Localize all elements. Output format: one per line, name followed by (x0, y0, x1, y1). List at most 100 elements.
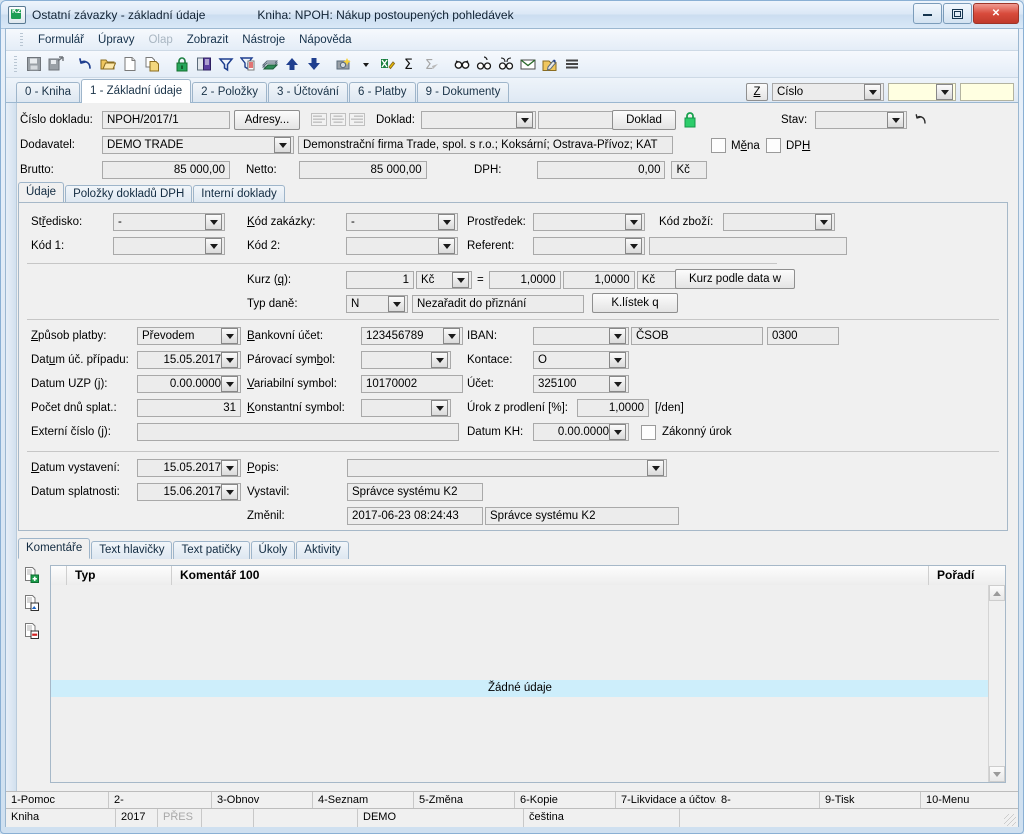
fkey-7[interactable]: 7-Likvidace a účtová (616, 792, 716, 809)
open-folder-icon[interactable] (98, 54, 118, 74)
mena-checkbox[interactable] (711, 138, 726, 153)
scroll-up-icon[interactable] (989, 585, 1005, 601)
z-button[interactable]: Z (746, 83, 768, 101)
doklad-select[interactable] (421, 111, 536, 129)
undo-icon[interactable] (76, 54, 96, 74)
filter-icon[interactable] (216, 54, 236, 74)
fkey-2[interactable]: 2- (109, 792, 212, 809)
grid-col-komentar[interactable]: Komentář 100 (172, 566, 929, 585)
grid-col-poradi[interactable]: Pořadí (929, 566, 989, 585)
datum-uzp-select[interactable]: 0.00.0000 (137, 375, 241, 393)
add-document-icon[interactable] (24, 567, 40, 583)
konstantni-symbol-select[interactable] (361, 399, 451, 417)
tab-0-kniha[interactable]: 0 - Kniha (16, 82, 81, 102)
tab-3-uctovani[interactable]: 3 - Účtování (267, 82, 348, 102)
search-value2-input[interactable] (960, 83, 1014, 101)
netto-input[interactable]: 85 000,00 (298, 161, 427, 179)
chevron-down-icon[interactable] (205, 214, 222, 230)
book-icon[interactable] (194, 54, 214, 74)
bottom-tab-aktivity[interactable]: Aktivity (296, 541, 349, 559)
maximize-button[interactable] (943, 3, 972, 24)
dropdown-arrow-icon[interactable] (356, 54, 376, 74)
datum-vystaveni-select[interactable]: 15.05.2017 (137, 459, 241, 477)
doklad-button[interactable]: Doklad (612, 110, 676, 130)
chevron-down-icon[interactable] (864, 84, 881, 100)
chevron-down-icon[interactable] (221, 484, 238, 500)
close-button[interactable]: ✕ (973, 3, 1019, 24)
chevron-down-icon[interactable] (887, 112, 905, 128)
chevron-down-icon[interactable] (431, 400, 448, 416)
stredisko-select[interactable]: - (113, 213, 225, 231)
fkey-6[interactable]: 6-Kopie (515, 792, 616, 809)
dph-amount-input[interactable]: 0,00 (537, 161, 666, 179)
tab-2-polozky[interactable]: 2 - Položky (192, 82, 267, 102)
bottom-tab-text-paticky[interactable]: Text patičky (173, 541, 250, 559)
chevron-down-icon[interactable] (274, 137, 291, 153)
grid-col-indicator[interactable] (51, 566, 67, 585)
chevron-down-icon[interactable] (936, 84, 953, 100)
cislo-dokladu-input[interactable]: NPOH/2017/1 (102, 111, 230, 129)
kod-zakazky-select[interactable]: - (346, 213, 458, 231)
minimize-button[interactable] (913, 3, 942, 24)
fkey-10[interactable]: 10-Menu (921, 792, 1018, 809)
fkey-5[interactable]: 5-Změna (414, 792, 515, 809)
search-field-select[interactable]: Číslo (772, 83, 884, 101)
fkey-8[interactable]: 8- (716, 792, 820, 809)
chevron-down-icon[interactable] (625, 238, 642, 254)
copy-document-icon[interactable] (142, 54, 162, 74)
kod1-select[interactable] (113, 237, 225, 255)
chevron-down-icon[interactable] (221, 352, 238, 368)
externi-cislo-input[interactable] (137, 423, 459, 441)
zakonny-urok-checkbox[interactable] (641, 424, 656, 440)
chevron-down-icon[interactable] (221, 328, 238, 344)
kontace-select[interactable]: O (533, 351, 629, 369)
grid-vertical-scrollbar[interactable] (988, 585, 1005, 782)
klistek-button[interactable]: K.lístek q (592, 293, 678, 313)
chevron-down-icon[interactable] (438, 238, 455, 254)
menu-item-formular[interactable]: Formulář (31, 32, 91, 48)
bankovni-ucet-select[interactable]: 123456789 (361, 327, 463, 345)
menu-item-zobrazit[interactable]: Zobrazit (180, 32, 236, 48)
iban-select[interactable] (533, 327, 629, 345)
search-value-input[interactable] (888, 83, 956, 101)
bottom-tab-text-hlavicky[interactable]: Text hlavičky (91, 541, 173, 559)
kurz-currency-select[interactable]: Kč (416, 271, 472, 289)
chevron-down-icon[interactable] (516, 112, 533, 128)
edit-document-icon[interactable] (24, 595, 40, 611)
menu-item-upravy[interactable]: Úpravy (91, 32, 141, 48)
chevron-down-icon[interactable] (452, 272, 469, 288)
grid-col-typ[interactable]: Typ (67, 566, 172, 585)
fkey-1[interactable]: 1-Pomoc (6, 792, 109, 809)
kurz-input[interactable]: 1 (346, 271, 414, 289)
tab-6-platby[interactable]: 6 - Platby (348, 82, 416, 102)
chevron-down-icon[interactable] (443, 328, 460, 344)
sum-icon[interactable]: Σ (400, 54, 420, 74)
kurz-podle-data-button[interactable]: Kurz podle data w (675, 269, 795, 289)
lock-icon[interactable] (172, 54, 192, 74)
chevron-down-icon[interactable] (205, 238, 222, 254)
tab-9-dokumenty[interactable]: 9 - Dokumenty (416, 82, 510, 102)
edit-note-icon[interactable] (540, 54, 560, 74)
fkey-9[interactable]: 9-Tisk (820, 792, 921, 809)
popis-select[interactable] (346, 459, 667, 477)
chevron-down-icon[interactable] (438, 214, 455, 230)
camera-icon[interactable] (334, 54, 354, 74)
chevron-down-icon[interactable] (221, 376, 238, 392)
fkey-3[interactable]: 3-Obnov (212, 792, 313, 809)
zpusob-platby-select[interactable]: Převodem (137, 327, 241, 345)
save-icon[interactable] (24, 54, 44, 74)
filter-list-icon[interactable] (238, 54, 258, 74)
find-next-icon[interactable] (474, 54, 494, 74)
brutto-input[interactable]: 85 000,00 (102, 161, 230, 179)
find-icon[interactable] (452, 54, 472, 74)
chevron-down-icon[interactable] (815, 214, 832, 230)
typ-dane-select[interactable]: N (346, 295, 408, 313)
datum-kh-select[interactable]: 0.00.0000 (533, 423, 629, 441)
menu-lines-icon[interactable] (562, 54, 582, 74)
stav-select[interactable] (815, 111, 908, 129)
mail-icon[interactable] (518, 54, 538, 74)
ucet-select[interactable]: 325100 (533, 375, 629, 393)
chevron-down-icon[interactable] (431, 352, 448, 368)
kurz-rate2-input[interactable]: 1,0000 (562, 271, 635, 289)
move-down-icon[interactable] (304, 54, 324, 74)
